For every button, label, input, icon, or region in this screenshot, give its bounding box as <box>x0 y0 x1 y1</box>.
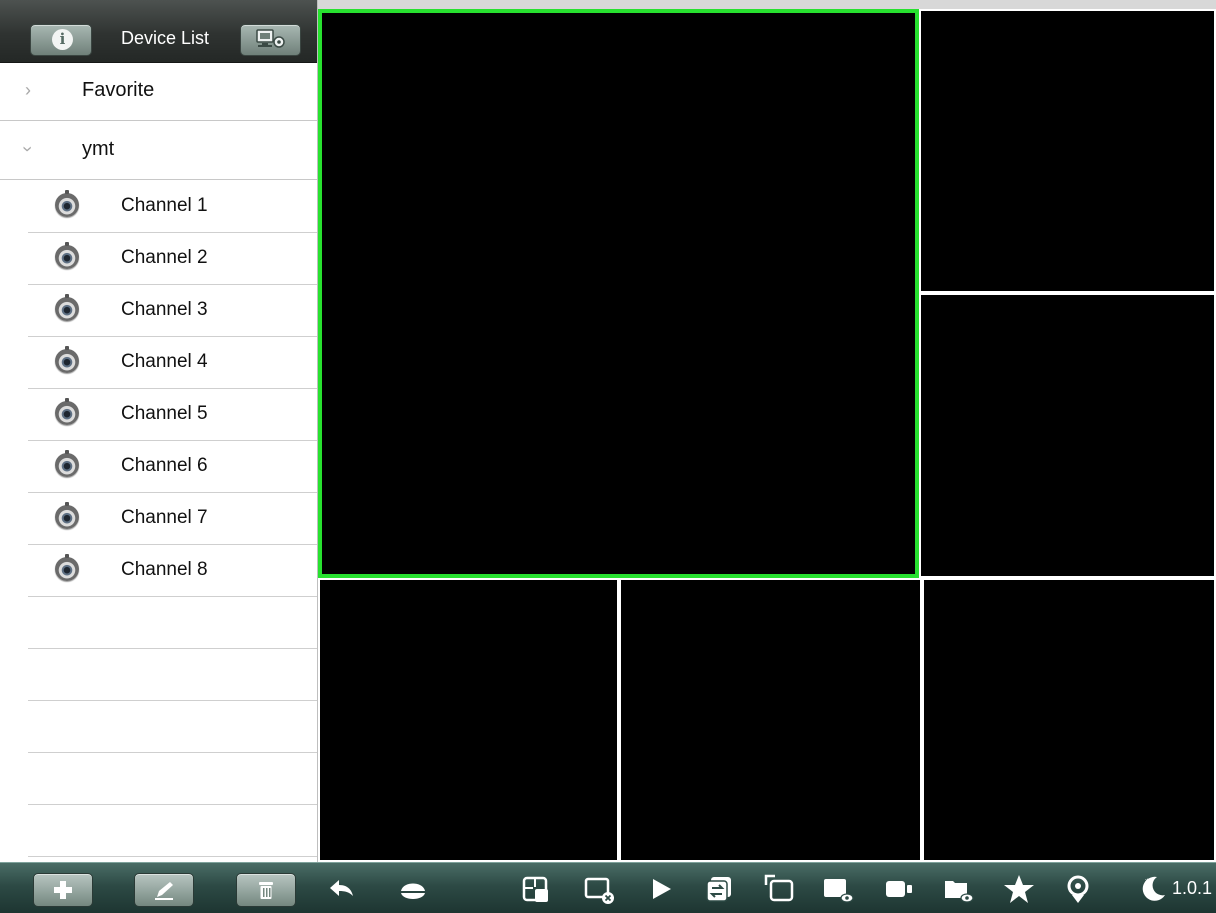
device-list-header: i Device List <box>0 0 317 63</box>
svg-text:*: * <box>1145 878 1150 888</box>
location-icon[interactable] <box>1062 873 1094 905</box>
camera-icon <box>55 554 79 581</box>
night-mode-icon[interactable]: * <box>1137 873 1169 905</box>
video-pane-2[interactable] <box>919 9 1216 293</box>
divider <box>28 596 317 597</box>
channel-item-3[interactable]: Channel 3 <box>0 285 317 337</box>
device-list-panel: i Device List › Favorite › ymt Channel 1… <box>0 0 318 862</box>
add-device-button[interactable] <box>33 873 93 907</box>
channel-item-6[interactable]: Channel 6 <box>0 441 317 493</box>
delete-device-button[interactable] <box>236 873 296 907</box>
channel-item-5[interactable]: Channel 5 <box>0 389 317 441</box>
video-pane-4[interactable] <box>318 578 619 862</box>
channel-label: Channel 7 <box>121 507 208 528</box>
channel-item-4[interactable]: Channel 4 <box>0 337 317 389</box>
camera-icon <box>55 450 79 477</box>
channel-label: Channel 3 <box>121 299 208 320</box>
recordings-icon[interactable] <box>942 873 974 905</box>
divider <box>28 804 317 805</box>
channel-label: Channel 6 <box>121 455 208 476</box>
tree-item-label: ymt <box>82 138 115 160</box>
video-pane-1[interactable] <box>318 9 919 578</box>
edit-device-button[interactable] <box>134 873 194 907</box>
back-icon[interactable] <box>326 873 358 905</box>
tree-item-favorite[interactable]: › Favorite <box>0 62 317 121</box>
chevron-right-icon: › <box>25 80 31 100</box>
add-icon <box>54 881 72 899</box>
divider <box>28 700 317 701</box>
fullscreen-icon[interactable] <box>763 873 795 905</box>
channel-item-8[interactable]: Channel 8 <box>0 545 317 597</box>
edit-icon <box>155 882 173 900</box>
tree-item-ymt[interactable]: › ymt <box>0 121 317 180</box>
channel-label: Channel 8 <box>121 559 208 580</box>
page-title: Device List <box>120 28 210 48</box>
video-pane-3[interactable] <box>919 293 1216 578</box>
delete-icon <box>259 882 273 899</box>
bottom-toolbar: * 1.0.1 <box>0 862 1216 913</box>
divider <box>28 648 317 649</box>
version-label: 1.0.1 <box>1172 878 1213 898</box>
channel-label: Channel 5 <box>121 403 208 424</box>
camera-icon <box>55 190 79 217</box>
video-pane-6[interactable] <box>922 578 1216 862</box>
switch-stream-icon[interactable] <box>704 873 736 905</box>
play-icon[interactable] <box>645 873 677 905</box>
divider <box>28 752 317 753</box>
device-settings-button[interactable] <box>240 24 301 56</box>
channel-item-1[interactable]: Channel 1 <box>0 181 317 233</box>
monitor-gear-icon <box>256 29 285 48</box>
camera-icon <box>55 346 79 373</box>
video-grid <box>318 0 1216 862</box>
close-video-icon[interactable] <box>583 873 615 905</box>
camera-icon <box>55 242 79 269</box>
channel-item-7[interactable]: Channel 7 <box>0 493 317 545</box>
snapshot-icon[interactable] <box>822 873 854 905</box>
tree-item-label: Favorite <box>82 79 155 101</box>
camera-icon <box>55 294 79 321</box>
ptz-icon[interactable] <box>397 873 429 905</box>
camera-icon <box>55 398 79 425</box>
video-pane-5[interactable] <box>619 578 922 862</box>
layout-icon[interactable] <box>520 873 552 905</box>
channel-label: Channel 2 <box>121 247 208 268</box>
channel-item-2[interactable]: Channel 2 <box>0 233 317 285</box>
chevron-down-icon: › <box>18 146 38 152</box>
info-icon: i <box>52 29 73 50</box>
divider <box>28 856 317 857</box>
info-button[interactable]: i <box>30 24 92 56</box>
camera-icon <box>55 502 79 529</box>
favorite-star-icon[interactable] <box>1003 873 1035 905</box>
channel-label: Channel 4 <box>121 351 208 372</box>
channel-label: Channel 1 <box>121 195 208 216</box>
record-icon[interactable] <box>883 873 915 905</box>
